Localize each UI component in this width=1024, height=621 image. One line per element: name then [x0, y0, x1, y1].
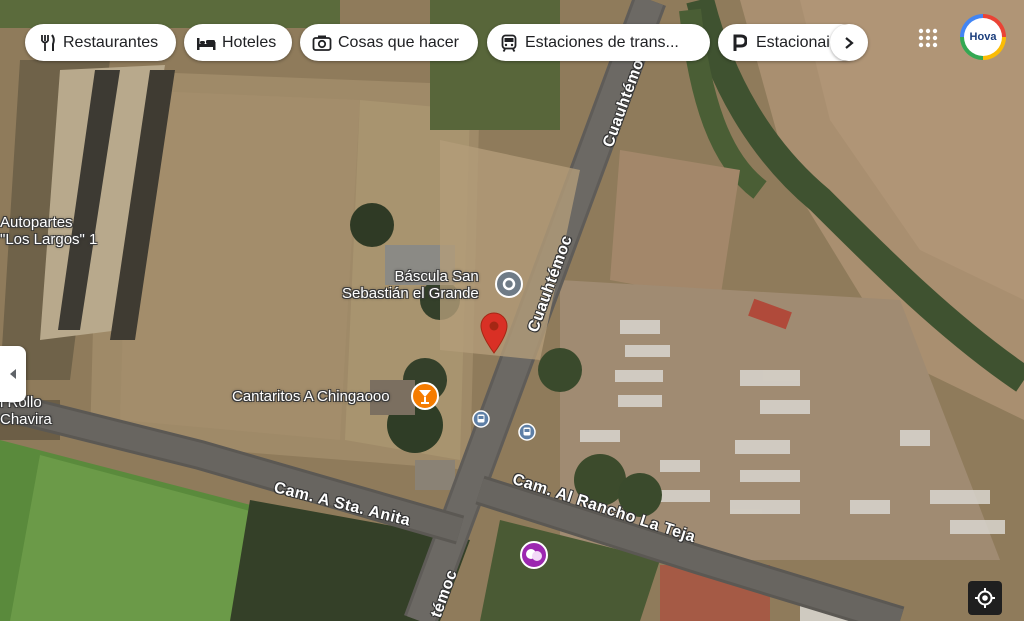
camera-icon	[312, 33, 332, 53]
chip-label: Estacionai	[756, 33, 830, 51]
bus-stop-marker-1[interactable]	[472, 410, 490, 428]
bus-stop-marker-2[interactable]	[518, 423, 536, 441]
apps-grid-icon	[918, 28, 938, 48]
chip-label: Restaurantes	[63, 33, 159, 51]
parking-icon	[730, 33, 750, 53]
place-label-cantaritos[interactable]: Cantaritos A Chingaooo	[232, 388, 390, 405]
chip-label: Estaciones de trans...	[525, 33, 679, 51]
chip-label: Cosas que hacer	[338, 33, 459, 51]
place-marker-cantaritos[interactable]	[411, 382, 439, 410]
crosshair-icon	[975, 588, 995, 608]
caret-left-icon	[10, 369, 16, 379]
place-pin-icon	[495, 270, 523, 298]
bed-icon	[196, 33, 216, 53]
chip-estaciones-transporte[interactable]: Estaciones de trans...	[487, 24, 710, 61]
place-marker-theater[interactable]	[520, 541, 548, 569]
bus-icon	[472, 410, 490, 428]
chip-restaurantes[interactable]: Restaurantes	[25, 24, 176, 61]
place-label-bascula[interactable]: Báscula San Sebastián el Grande	[342, 268, 479, 302]
place-label-autopartes[interactable]: Autopartes "Los Largos" 1	[0, 214, 97, 248]
chevron-right-icon	[845, 36, 854, 49]
map-imagery	[0, 0, 1024, 621]
fork-knife-icon	[37, 33, 57, 53]
dropped-pin[interactable]	[478, 310, 510, 354]
chips-scroll-right-button[interactable]	[830, 24, 868, 61]
transit-icon	[499, 33, 519, 53]
chip-hoteles[interactable]: Hoteles	[184, 24, 292, 61]
red-pin-icon	[480, 312, 508, 354]
my-location-button[interactable]	[968, 581, 1002, 615]
satellite-map[interactable]: Autopartes "Los Largos" 1 Báscula San Se…	[0, 0, 1024, 621]
chip-cosas-que-hacer[interactable]: Cosas que hacer	[300, 24, 478, 61]
collapse-side-panel-button[interactable]	[0, 346, 26, 402]
account-avatar[interactable]: Hova	[960, 14, 1006, 60]
chip-label: Hoteles	[222, 33, 277, 51]
theater-masks-icon	[520, 541, 548, 569]
place-marker-bascula[interactable]	[495, 270, 523, 298]
google-apps-button[interactable]	[914, 24, 942, 52]
avatar-logo: Hova	[964, 18, 1002, 56]
cocktail-icon	[411, 382, 439, 410]
bus-icon	[518, 423, 536, 441]
